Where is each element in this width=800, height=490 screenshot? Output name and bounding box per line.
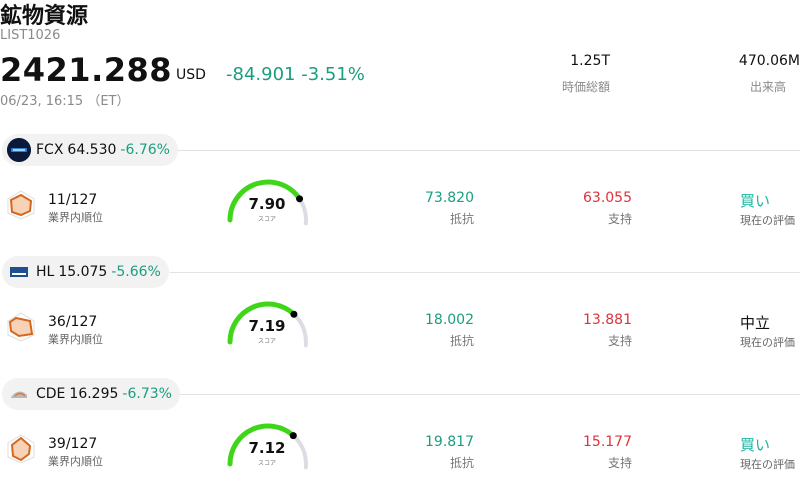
index-price: 2421.288 <box>0 51 173 89</box>
cde-logo-icon <box>7 382 31 406</box>
resistance-value: 73.820 <box>425 190 474 206</box>
industry-rank: 11/127 <box>48 192 98 208</box>
stock-chip-hl[interactable]: HL 15.075 -5.66% <box>2 256 169 288</box>
market-cap-value: 1.25T <box>570 53 610 69</box>
support-value: 63.055 <box>583 190 632 206</box>
market-cap-label: 時価総額 <box>561 80 610 94</box>
evaluation-label: 現在の評価 <box>740 214 795 227</box>
ticker-symbol: HL <box>36 264 55 280</box>
resistance-label: 抵抗 <box>449 212 474 226</box>
score-label: スコア <box>257 460 276 467</box>
page-title: 鉱物資源 <box>0 4 89 29</box>
index-code: LIST1026 <box>0 28 61 43</box>
volume-label: 出来高 <box>749 80 786 94</box>
support-label: 支持 <box>607 334 632 348</box>
resistance-value: 19.817 <box>425 434 474 450</box>
evaluation-value: 中立 <box>740 314 771 332</box>
ticker-price: 64.530 <box>67 142 117 158</box>
radar-chart-icon <box>7 312 35 342</box>
ticker-change: -5.66% <box>111 264 161 280</box>
ticker-change: -6.73% <box>122 386 172 402</box>
industry-rank-label: 業界内順位 <box>48 333 103 346</box>
stock-chip-cde[interactable]: CDE 16.295 -6.73% <box>2 378 180 410</box>
resistance-label: 抵抗 <box>449 334 474 348</box>
stock-chip-fcx[interactable]: FCX 64.530 -6.76% <box>2 134 178 166</box>
currency-label: USD <box>176 67 206 83</box>
evaluation-label: 現在の評価 <box>740 458 795 471</box>
change-percent: -3.51% <box>301 64 365 85</box>
evaluation-value: 買い <box>740 436 771 454</box>
ticker-change: -6.76% <box>120 142 170 158</box>
score-value: 7.12 <box>248 439 286 457</box>
change-value: -84.901 <box>226 64 296 85</box>
support-value: 15.177 <box>583 434 632 450</box>
radar-chart-icon <box>7 434 35 464</box>
stock-row-cde[interactable]: 39/127 業界内順位 7.12 スコア 19.817 抵抗 15.177 支… <box>0 420 800 490</box>
score-label: スコア <box>257 338 276 345</box>
score-value: 7.19 <box>248 317 286 335</box>
ticker-symbol: FCX <box>36 142 64 158</box>
industry-rank: 39/127 <box>48 436 98 452</box>
ticker-price: 16.295 <box>69 386 119 402</box>
price-change: -84.901 -3.51% <box>226 64 365 85</box>
timestamp: 06/23, 16:15 （ET） <box>0 94 130 109</box>
industry-rank: 36/127 <box>48 314 98 330</box>
divider <box>170 150 800 151</box>
score-label: スコア <box>257 216 276 223</box>
score-value: 7.90 <box>248 195 286 213</box>
support-label: 支持 <box>607 456 632 470</box>
industry-rank-label: 業界内順位 <box>48 455 103 468</box>
volume-value: 470.06M <box>738 53 800 69</box>
support-label: 支持 <box>607 212 632 226</box>
fcx-logo-icon <box>7 138 31 162</box>
stock-row-hl[interactable]: 36/127 業界内順位 7.19 スコア 18.002 抵抗 13.881 支… <box>0 298 800 368</box>
ticker-price: 15.075 <box>58 264 108 280</box>
divider <box>170 272 800 273</box>
resistance-value: 18.002 <box>425 312 474 328</box>
industry-rank-label: 業界内順位 <box>48 211 103 224</box>
hl-logo-icon <box>7 260 31 284</box>
divider <box>170 394 800 395</box>
resistance-label: 抵抗 <box>449 456 474 470</box>
evaluation-label: 現在の評価 <box>740 336 795 349</box>
radar-chart-icon <box>7 190 35 220</box>
evaluation-value: 買い <box>740 192 771 210</box>
ticker-symbol: CDE <box>36 386 66 402</box>
support-value: 13.881 <box>583 312 632 328</box>
stock-row-fcx[interactable]: 11/127 業界内順位 7.90 スコア 73.820 抵抗 63.055 支… <box>0 176 800 246</box>
